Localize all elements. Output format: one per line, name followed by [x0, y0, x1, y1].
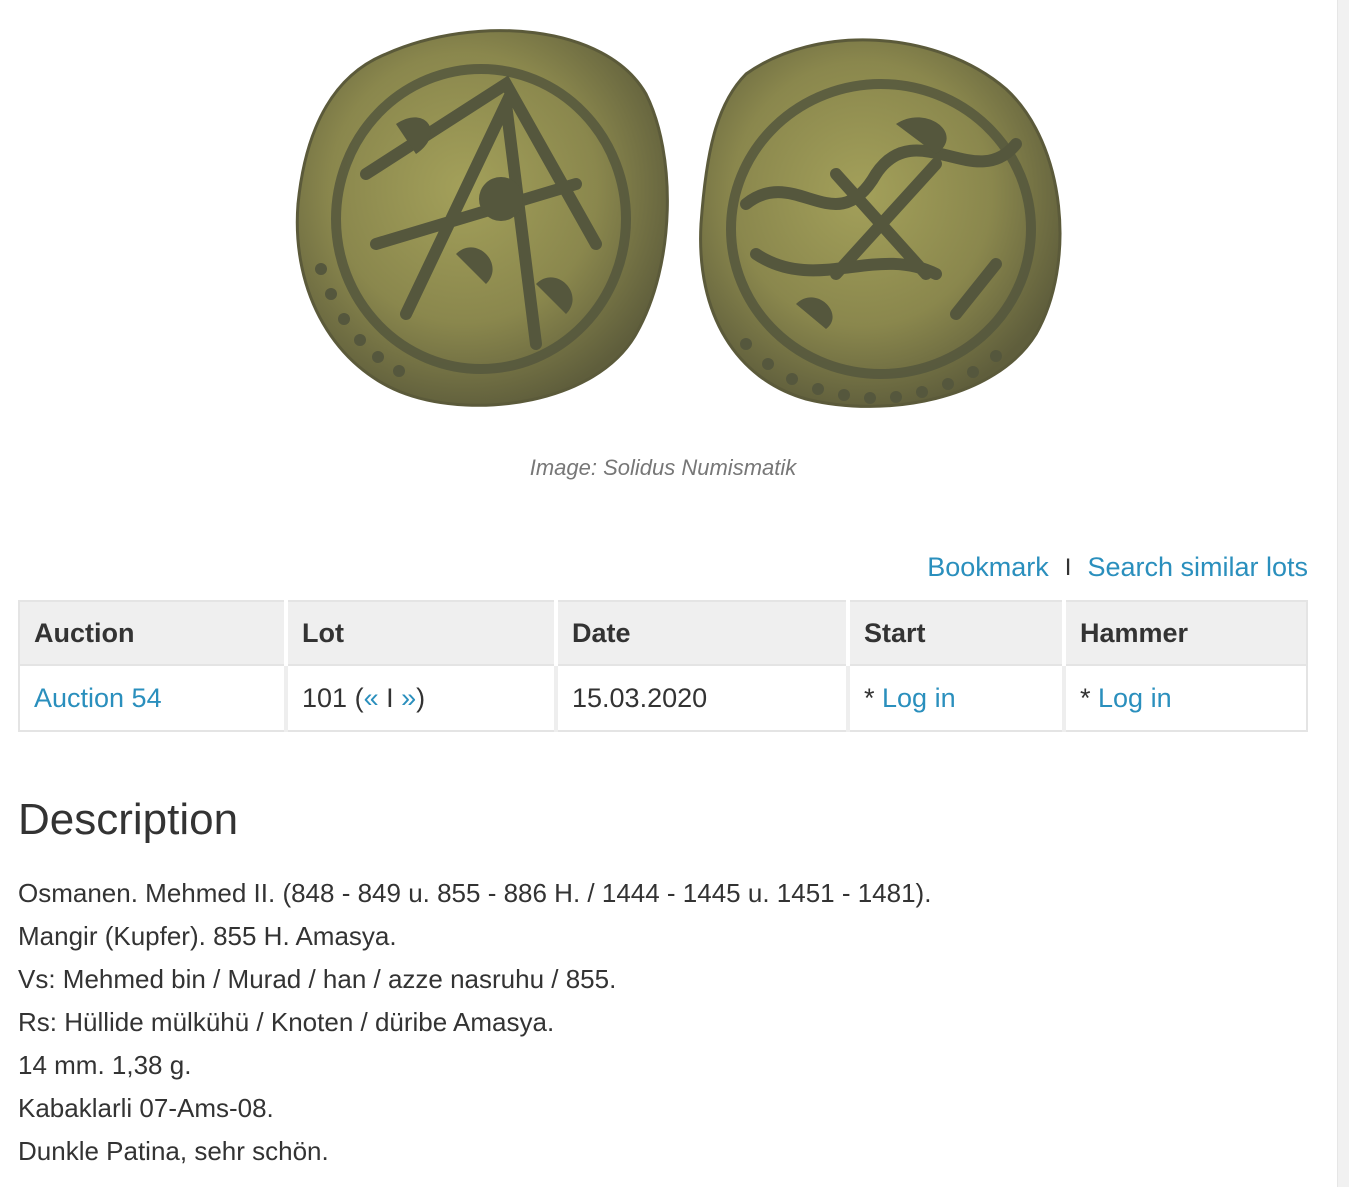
- column-header-date: Date: [555, 600, 850, 666]
- lot-actions: Bookmark I Search similar lots: [927, 552, 1308, 583]
- cell-date: 15.03.2020: [555, 664, 850, 732]
- start-prefix: *: [864, 682, 883, 713]
- description-line: Kabaklarli 07-Ams-08.: [18, 1093, 274, 1123]
- column-header-hammer: Hammer: [1063, 600, 1308, 666]
- hammer-prefix: *: [1080, 682, 1099, 713]
- page: Image: Solidus Numismatik Bookmark I Sea…: [0, 0, 1349, 1187]
- description-line: Mangir (Kupfer). 855 H. Amasya.: [18, 921, 397, 951]
- description-line: 14 mm. 1,38 g.: [18, 1050, 192, 1080]
- start-login-link[interactable]: Log in: [882, 683, 956, 713]
- coin-obverse: [295, 29, 669, 407]
- cell-hammer: * Log in: [1063, 664, 1308, 732]
- description-line: Rs: Hüllide mülkühü / Knoten / düribe Am…: [18, 1007, 555, 1037]
- search-similar-lots-link[interactable]: Search similar lots: [1087, 552, 1308, 583]
- description-line: Dunkle Patina, sehr schön.: [18, 1136, 329, 1166]
- bookmark-link[interactable]: Bookmark: [927, 552, 1049, 583]
- description-text: Osmanen. Mehmed II. (848 - 849 u. 855 - …: [18, 872, 931, 1173]
- cell-auction: Auction 54: [18, 664, 288, 732]
- description-heading: Description: [18, 795, 239, 844]
- hammer-login-link[interactable]: Log in: [1098, 683, 1172, 713]
- next-lot-link[interactable]: »: [401, 683, 416, 713]
- action-separator: I: [1064, 553, 1072, 581]
- table-header-row: Auction Lot Date Start Hammer: [18, 600, 1308, 666]
- coin-reverse: [699, 38, 1062, 408]
- vertical-scrollbar[interactable]: [1337, 0, 1349, 1187]
- cell-lot: 101 (« I »): [285, 664, 558, 732]
- column-header-lot: Lot: [285, 600, 558, 666]
- lot-info-table: Auction Lot Date Start Hammer Auction 54…: [18, 600, 1308, 732]
- description-line: Osmanen. Mehmed II. (848 - 849 u. 855 - …: [18, 878, 932, 908]
- coin-image[interactable]: [276, 14, 1076, 424]
- table-row: Auction 54 101 (« I ») 15.03.2020 * Log …: [18, 664, 1308, 732]
- column-header-start: Start: [847, 600, 1066, 666]
- previous-lot-link[interactable]: «: [364, 683, 379, 713]
- description-line: Vs: Mehmed bin / Murad / han / azze nasr…: [18, 964, 617, 994]
- auction-link[interactable]: Auction 54: [34, 683, 162, 713]
- lot-nav-separator: I: [386, 682, 394, 713]
- image-caption: Image: Solidus Numismatik: [529, 455, 797, 480]
- lot-number: 101: [302, 682, 348, 713]
- column-header-auction: Auction: [18, 600, 288, 666]
- cell-start: * Log in: [847, 664, 1066, 732]
